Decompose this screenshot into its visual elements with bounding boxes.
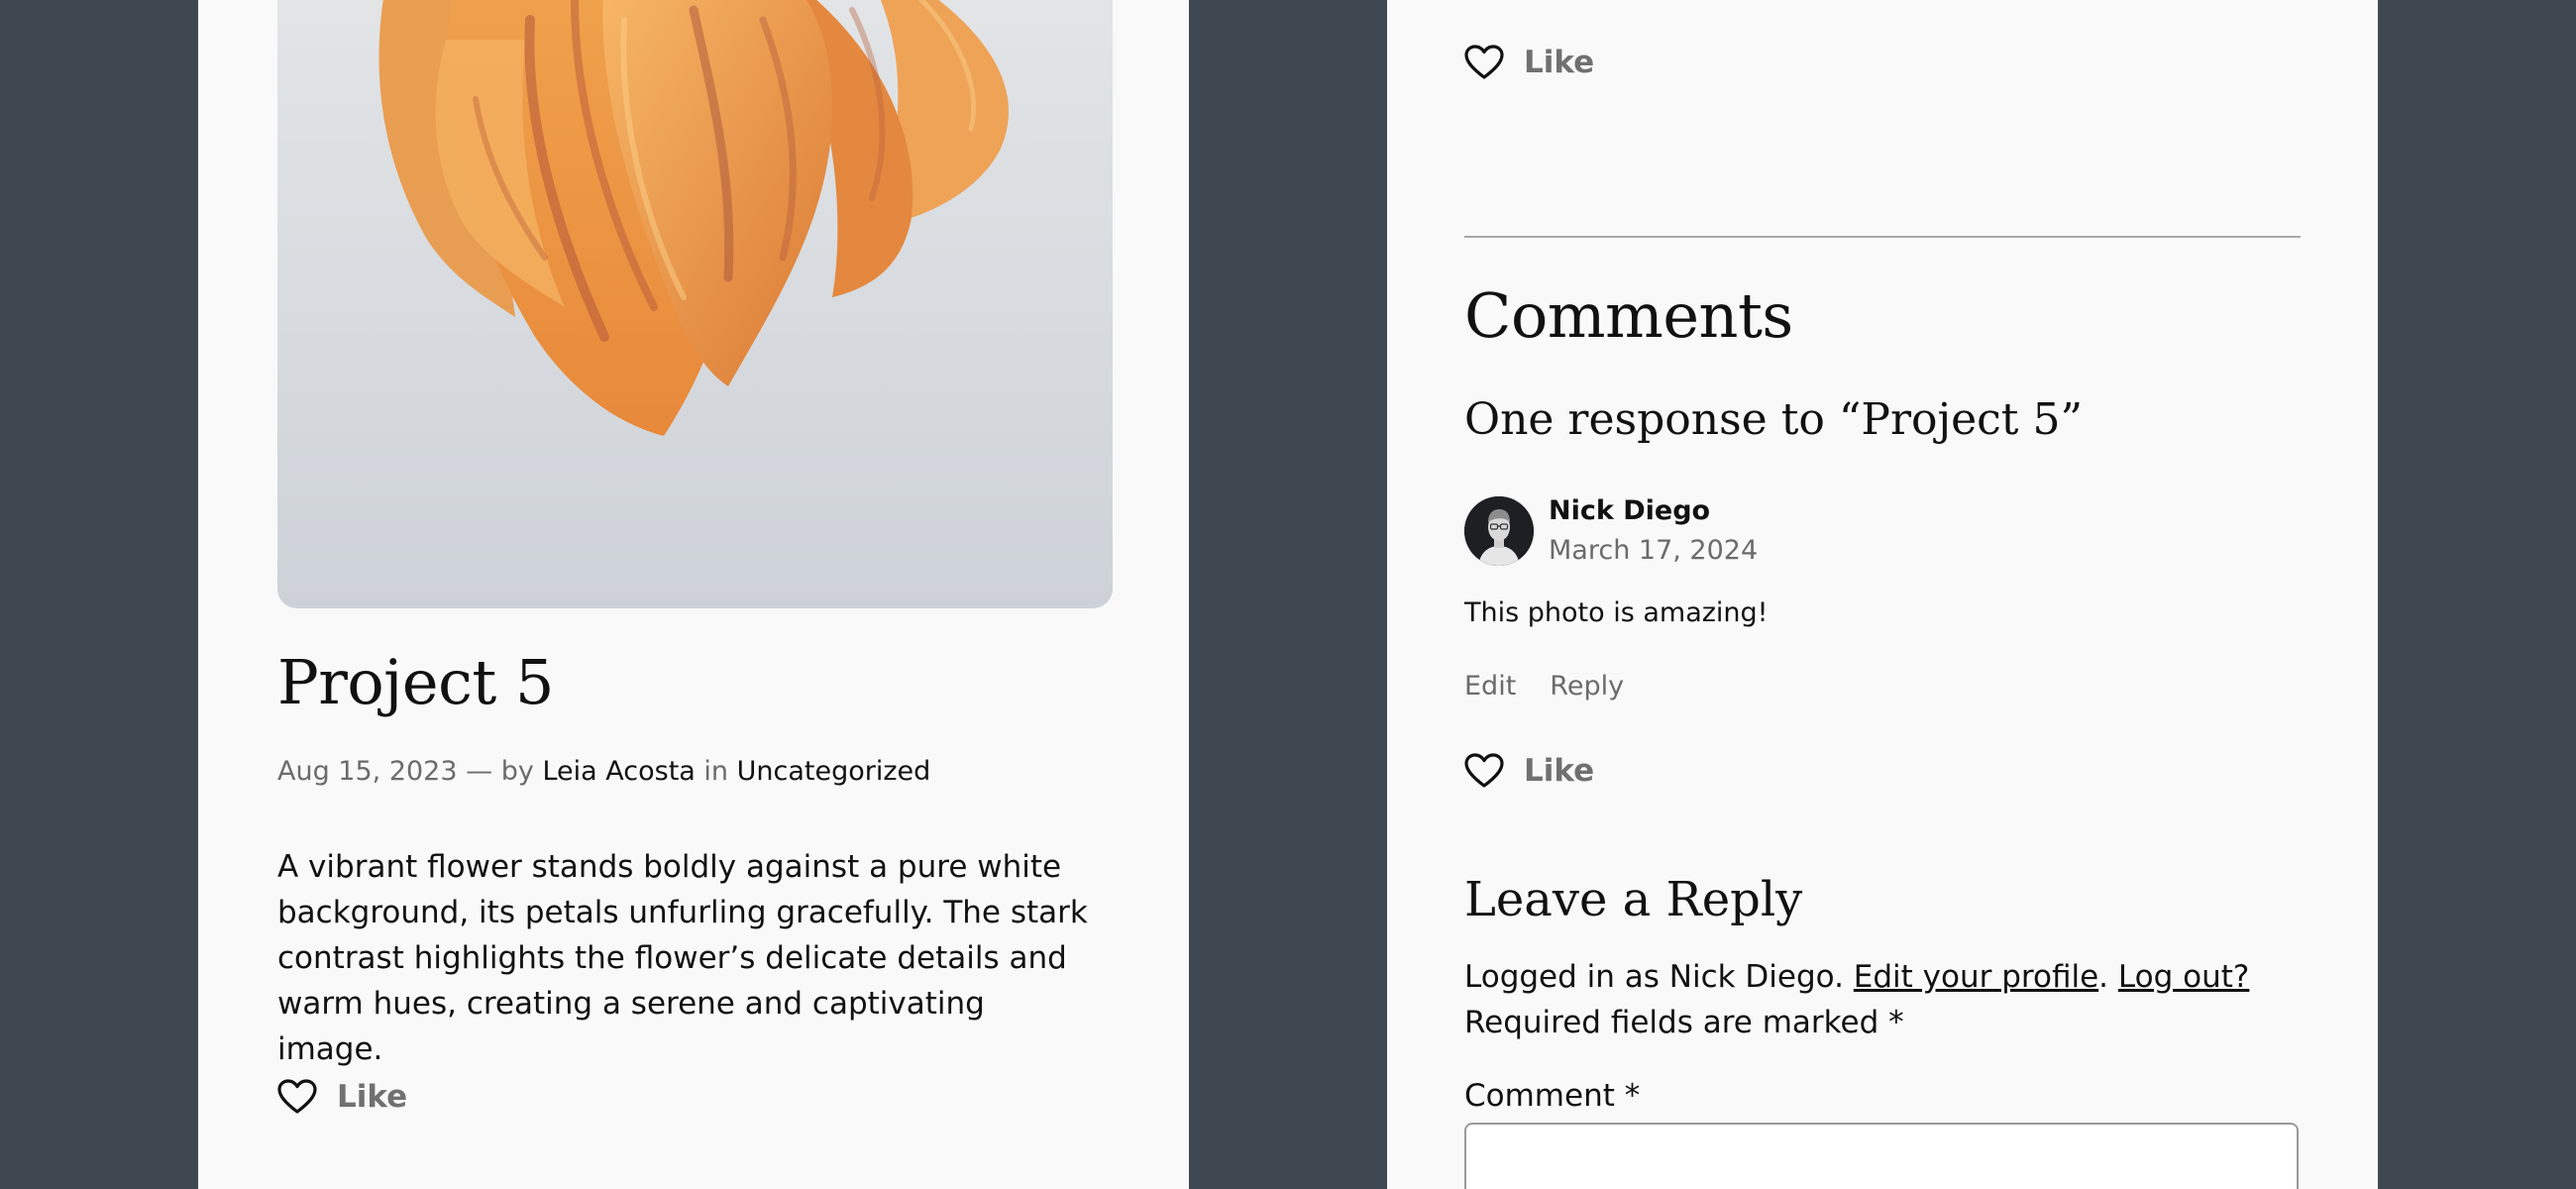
meta-dash: — — [466, 756, 493, 787]
logged-in-text: Logged in as Nick Diego. — [1464, 959, 1844, 995]
tulip-image-icon — [277, 0, 1113, 608]
post-featured-image[interactable] — [277, 0, 1113, 608]
comment-field-label: Comment * — [1464, 1078, 1641, 1114]
post-panel: Project 5 Aug 15, 2023 — by Leia Acosta … — [198, 0, 1189, 1189]
top-like-button[interactable]: Like — [1464, 45, 1594, 80]
edit-profile-link[interactable]: Edit your profile — [1854, 959, 2098, 995]
comment-like-button[interactable]: Like — [1464, 753, 1594, 789]
like-label: Like — [337, 1079, 408, 1115]
user-avatar-icon — [1464, 496, 1534, 566]
post-title[interactable]: Project 5 — [277, 646, 554, 718]
comment-reply-link[interactable]: Reply — [1550, 671, 1624, 702]
required-fields-note: Required fields are marked * — [1464, 1005, 1904, 1040]
comment-textarea[interactable] — [1464, 1123, 2299, 1189]
response-count-heading: One response to “Project 5” — [1464, 394, 2083, 445]
comment-actions: Edit Reply — [1464, 671, 1624, 702]
heart-icon — [1464, 45, 1504, 79]
like-label: Like — [1524, 753, 1595, 789]
period: . — [2098, 959, 2109, 995]
post-meta: Aug 15, 2023 — by Leia Acosta in Uncateg… — [277, 756, 930, 787]
logged-in-notice: Logged in as Nick Diego. Edit your profi… — [1464, 954, 2307, 1045]
avatar — [1464, 496, 1534, 566]
post-category-link[interactable]: Uncategorized — [737, 756, 931, 787]
post-date[interactable]: Aug 15, 2023 — [277, 756, 458, 787]
post-excerpt: A vibrant flower stands boldly against a… — [277, 849, 1088, 1067]
meta-in-label: in — [703, 756, 729, 787]
heart-icon — [277, 1079, 317, 1114]
meta-by-label: by — [500, 756, 534, 787]
heart-icon — [1464, 753, 1504, 788]
comment-author[interactable]: Nick Diego — [1549, 495, 1710, 526]
post-author-link[interactable]: Leia Acosta — [542, 756, 695, 787]
comment-text: This photo is amazing! — [1464, 597, 1769, 628]
comment-date[interactable]: March 17, 2024 — [1549, 535, 1758, 566]
post-like-button[interactable]: Like — [277, 1079, 407, 1115]
comments-panel: Like Comments One response to “Project 5… — [1387, 0, 2378, 1189]
comment-edit-link[interactable]: Edit — [1464, 671, 1516, 702]
leave-reply-heading: Leave a Reply — [1464, 872, 1803, 927]
section-divider — [1464, 236, 2301, 238]
comments-heading: Comments — [1464, 279, 1793, 352]
logout-link[interactable]: Log out? — [2118, 959, 2249, 995]
like-label: Like — [1524, 45, 1595, 80]
